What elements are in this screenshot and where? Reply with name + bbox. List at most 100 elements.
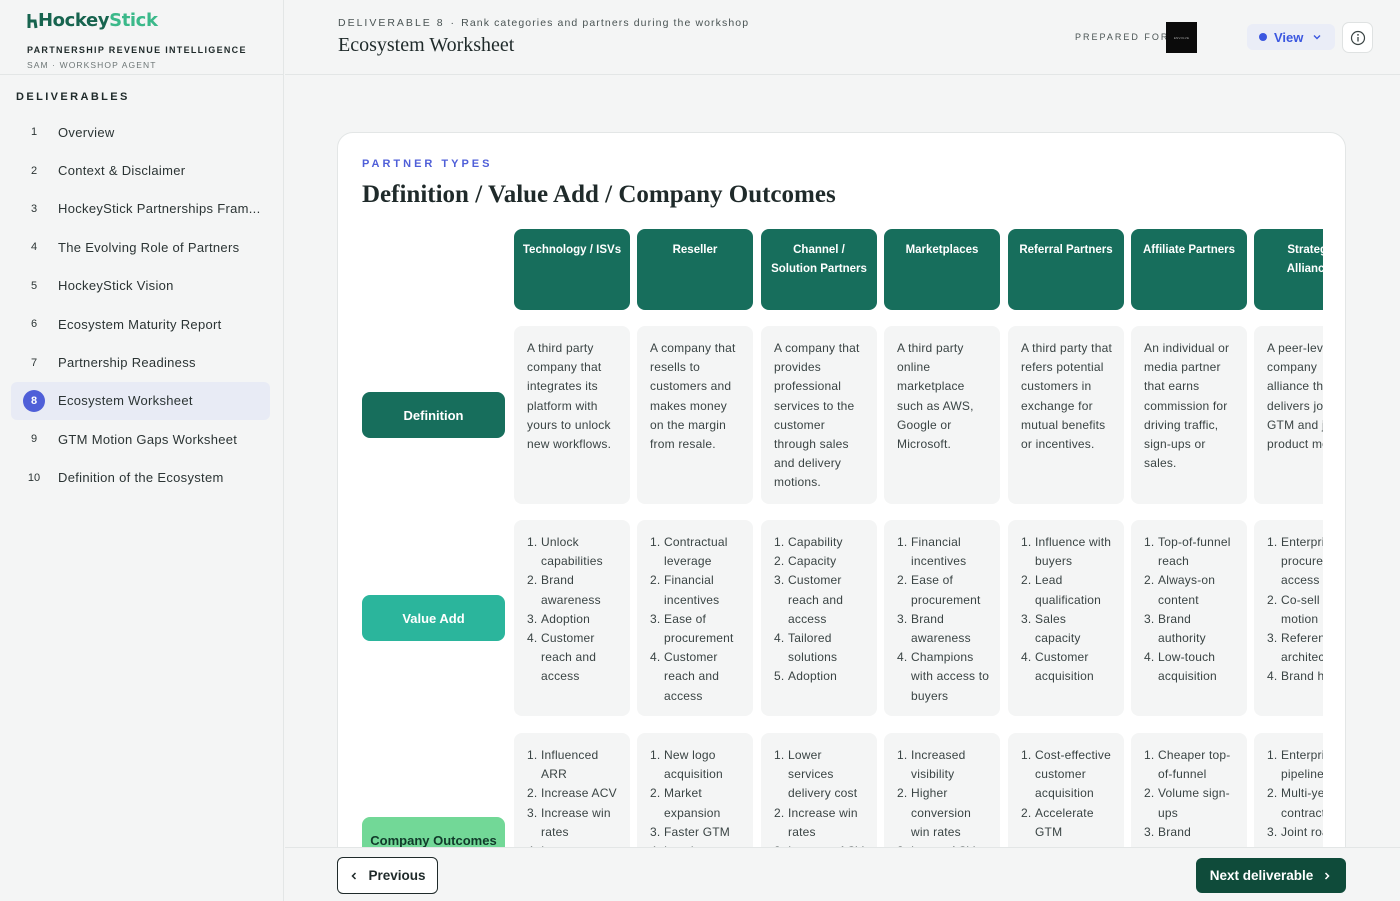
- list-item: 3.Reference architecture: [1267, 629, 1323, 667]
- sidebar-item-6[interactable]: 6 Ecosystem Maturity Report: [11, 305, 270, 343]
- cell-outcomes: 1. Increased visibility 2. Higher conversio…: [884, 733, 1000, 849]
- brand-header: Hockey Stick PARTNERSHIP REVENUE INTELLIG…: [0, 0, 283, 75]
- view-dropdown[interactable]: View: [1247, 24, 1335, 50]
- list-number: 2.: [774, 554, 785, 569]
- sidebar-item-label: GTM Motion Gaps Worksheet: [58, 431, 238, 447]
- cell-definition: A company that provides professional ser…: [761, 326, 877, 504]
- next-deliverable-button[interactable]: Next deliverable: [1196, 858, 1346, 893]
- list-text: Multi-year contracts: [1281, 786, 1323, 820]
- cell-outcomes: 1. New logo acquisition 2. Market expansion…: [637, 733, 753, 849]
- sidebar-item-5[interactable]: 5 HockeyStick Vision: [11, 267, 270, 305]
- cell-value-add: 1. Contractual leverage 2. Financial incent…: [637, 520, 753, 716]
- list-number: 1.: [527, 535, 538, 549]
- list-item: 3. Brand: [1144, 823, 1237, 842]
- column-header[interactable]: Technology / ISVs: [514, 229, 630, 310]
- cell-value-add: 1. Unlock capabilities 2. Brand awareness 3.…: [514, 520, 630, 716]
- column-header[interactable]: Strategic Alliances: [1254, 229, 1323, 310]
- list-item: 2. Co-sell motion: [1267, 591, 1323, 629]
- card-eyebrow: PARTNER TYPES: [362, 158, 493, 170]
- cell-definition: A company that resells to customers and …: [637, 326, 753, 504]
- list-text: Customer reach and access: [788, 573, 844, 626]
- list-item: 1. Unlock capabilities: [527, 533, 620, 571]
- sidebar-item-3[interactable]: 3 HockeyStick Partnerships Fram...: [11, 190, 270, 228]
- logo-text-part1: Hockey: [38, 10, 110, 31]
- list-item: 3. Brand awareness: [897, 610, 990, 648]
- list-number: 1.: [897, 535, 908, 549]
- list-number: 2.: [1144, 573, 1155, 588]
- list-item: 2. Higher conversion win rates: [897, 784, 990, 842]
- list-number: 1.: [1144, 535, 1155, 549]
- list-text: Brand authority: [1158, 611, 1206, 646]
- list-text: Champions with access to buyers: [911, 650, 990, 703]
- sidebar-item-9[interactable]: 9 GTM Motion Gaps Worksheet: [11, 420, 270, 458]
- sidebar-item-number: 9: [30, 433, 38, 446]
- sidebar-item-10[interactable]: 10 Definition of the Ecosystem: [11, 459, 270, 497]
- list-text: Joint roadmap: [1281, 824, 1323, 839]
- cell-definition: A peer-level company alliance that deliv…: [1254, 326, 1323, 504]
- list-item: 4. Low-touch acquisition: [1144, 648, 1237, 686]
- list-number: 2.: [774, 805, 785, 820]
- list-item: 3. Faster GTM: [650, 823, 743, 842]
- column-header[interactable]: Channel / Solution Partners: [761, 229, 877, 310]
- sidebar-item-8[interactable]: 8 Ecosystem Worksheet: [11, 381, 270, 421]
- sidebar-item-label: Context & Disclaimer: [58, 163, 186, 179]
- logo-text-part2: Stick: [109, 10, 158, 31]
- sidebar-item-label: HockeyStick Partnerships Fram...: [58, 201, 261, 217]
- sidebar-item-4[interactable]: 4 The Evolving Role of Partners: [11, 228, 270, 266]
- list-number: 1.: [1021, 535, 1032, 549]
- list-text: Increase ACV: [541, 786, 617, 801]
- list-number: 4.: [1267, 669, 1278, 684]
- list-text: Customer reach and access: [664, 650, 720, 703]
- list-number: 4.: [1144, 650, 1155, 665]
- column-header[interactable]: Affiliate Partners: [1131, 229, 1247, 310]
- list-number: 3.: [1267, 631, 1278, 646]
- sidebar-item-label: Ecosystem Worksheet: [58, 393, 193, 409]
- list-number: 3.: [650, 824, 661, 839]
- brand-tagline: PARTNERSHIP REVENUE INTELLIGENCE: [27, 45, 247, 55]
- row-label-definition: Definition: [362, 392, 505, 438]
- list-item: 3. Increase win rates: [527, 804, 620, 842]
- partner-types-card: PARTNER TYPES Definition / Value Add / C…: [337, 132, 1346, 892]
- list-text: Influence with buyers: [1035, 535, 1112, 569]
- hockeystick-logo-icon: [27, 13, 38, 29]
- column-header[interactable]: Reseller: [637, 229, 753, 310]
- list-text: Adoption: [541, 611, 590, 626]
- sidebar-item-number: 8: [23, 389, 45, 412]
- sidebar-item-label: Overview: [58, 124, 115, 140]
- list-text: Lower services delivery cost: [788, 748, 858, 801]
- list-item: 2. Always-on content: [1144, 571, 1237, 609]
- row-label-company-outcomes: Company Outcomes: [362, 817, 505, 849]
- list-number: 2.: [1021, 805, 1032, 820]
- column-header[interactable]: Marketplaces: [884, 229, 1000, 310]
- list-number: 1.: [1144, 748, 1155, 762]
- column-header[interactable]: Referral Partners: [1008, 229, 1124, 310]
- sidebar-item-1[interactable]: 1 Overview: [11, 113, 270, 151]
- partner-types-grid[interactable]: Definition Value Add Company Outcomes Te…: [338, 229, 1323, 849]
- list-text: Reference architecture: [1281, 631, 1323, 665]
- sidebar-item-number: 3: [30, 202, 38, 215]
- list-number: 2.: [1021, 573, 1032, 588]
- list-item: 1. Cost-effective customer acquisition: [1021, 746, 1114, 804]
- list-number: 2.: [897, 786, 908, 801]
- info-button[interactable]: [1342, 22, 1373, 53]
- sidebar-item-label: The Evolving Role of Partners: [58, 239, 240, 255]
- list-text: Low-touch acquisition: [1158, 650, 1217, 684]
- list-text: Brand awareness: [911, 611, 971, 646]
- cell-value-add: 1. Financial incentives 2. Ease of procurem…: [884, 520, 1000, 716]
- page-title: Ecosystem Worksheet: [338, 34, 515, 56]
- list-number: 1.: [1267, 535, 1278, 549]
- list-text: Influenced ARR: [541, 748, 599, 782]
- previous-button[interactable]: Previous: [337, 857, 438, 894]
- list-number: 1.: [650, 748, 661, 762]
- list-number: 3.: [1021, 611, 1032, 626]
- sidebar-item-7[interactable]: 7 Partnership Readiness: [11, 343, 270, 381]
- cell-definition: An individual or media partner that earn…: [1131, 326, 1247, 504]
- hockeystick-logo[interactable]: Hockey Stick: [27, 10, 283, 31]
- list-text: Increase win rates: [788, 805, 858, 839]
- sidebar-item-2[interactable]: 2 Context & Disclaimer: [11, 151, 270, 189]
- list-number: 3.: [1267, 824, 1278, 839]
- list-item: 3. Ease of procurement: [650, 610, 743, 648]
- list-number: 2.: [1267, 786, 1278, 801]
- cell-value-add: 1. Capability 2. Capacity 3. Customer reach a…: [761, 520, 877, 716]
- list-number: 1.: [774, 748, 785, 762]
